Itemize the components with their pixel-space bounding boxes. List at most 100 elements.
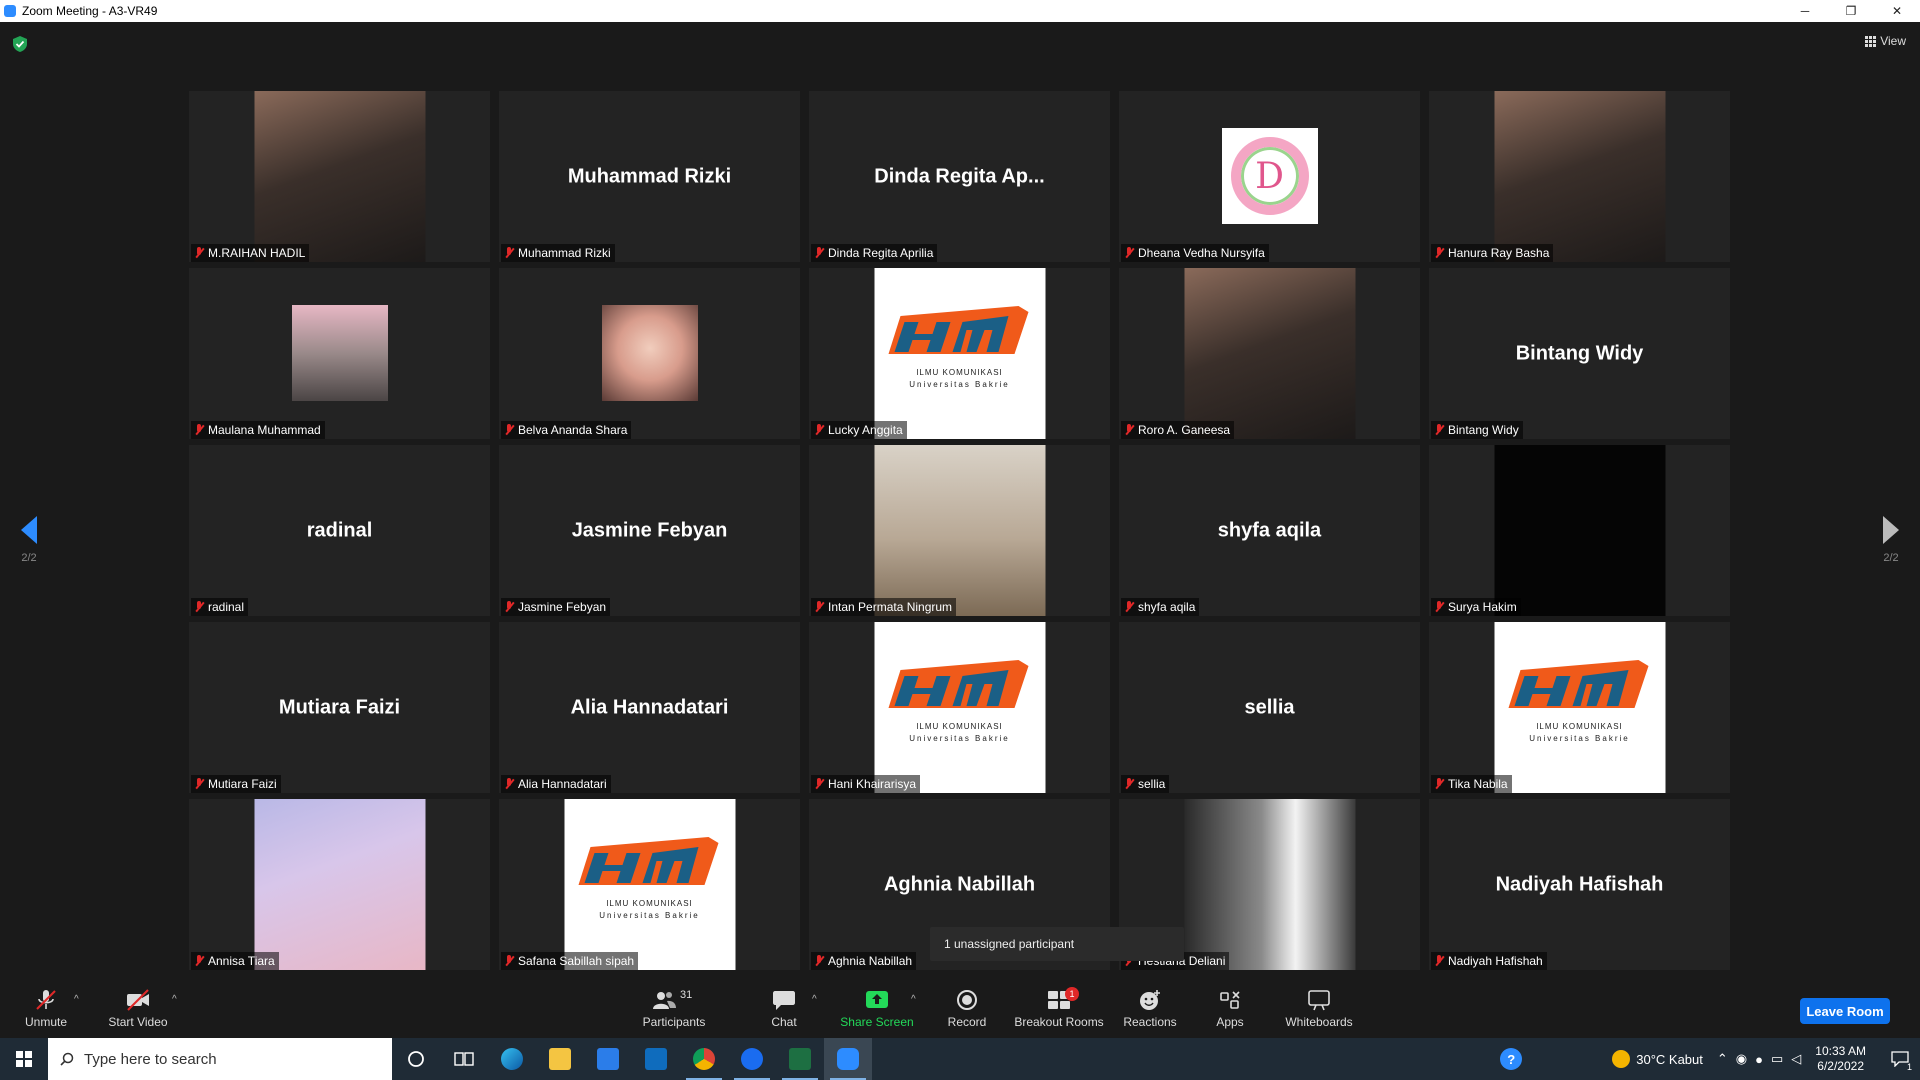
participant-avatar [254,91,425,262]
clock[interactable]: 10:33 AM 6/2/2022 [1815,1044,1866,1074]
participant-tile[interactable]: Annisa Tiara [189,799,490,970]
help-icon[interactable]: ? [1500,1048,1523,1070]
taskbar-mail[interactable] [632,1038,680,1080]
weather-text[interactable]: 30°C Kabut [1636,1052,1703,1067]
microphone-muted-icon [504,601,514,613]
participant-tile[interactable]: sellia sellia [1119,622,1420,793]
microphone-tray-icon[interactable]: ● [1755,1052,1763,1067]
previous-page-button[interactable]: 2/2 [9,516,49,564]
chat-options-caret-icon[interactable]: ^ [812,994,817,1005]
participant-tile[interactable]: ILMU KOMUNIKASI Universitas Bakrie Tika Na… [1429,622,1730,793]
chrome-icon [693,1048,715,1070]
start-video-button[interactable]: Start Video [105,980,171,1038]
participant-name: Muhammad Rizki [518,246,611,260]
audio-options-caret-icon[interactable]: ^ [74,994,79,1005]
participant-tile[interactable]: M.RAIHAN HADIL [189,91,490,262]
view-label: View [1880,34,1906,48]
participant-avatar [601,305,698,401]
participant-name: Aghnia Nabillah [828,954,913,968]
encryption-shield-icon[interactable] [13,36,27,52]
leave-room-button[interactable]: Leave Room [1800,998,1890,1024]
participant-tile[interactable]: Dinda Regita Ap... Dinda Regita Aprilia [809,91,1110,262]
share-screen-button[interactable]: Share Screen [840,980,914,1038]
weather-icon[interactable] [1612,1050,1631,1068]
participant-avatar [291,305,388,401]
participant-tile[interactable]: Roro A. Ganeesa [1119,268,1420,439]
participant-tile[interactable]: Nadiyah Hafishah Nadiyah Hafishah [1429,799,1730,970]
taskbar-teamviewer[interactable] [728,1038,776,1080]
participant-tile[interactable]: Alia Hannadatari Alia Hannadatari [499,622,800,793]
participant-tile[interactable]: Mutiara Faizi Mutiara Faizi [189,622,490,793]
taskbar-edge[interactable] [488,1038,536,1080]
task-view-icon [454,1052,474,1066]
taskbar-excel[interactable] [776,1038,824,1080]
hm-logo-icon [578,837,718,885]
record-button[interactable]: Record [943,980,991,1038]
video-options-caret-icon[interactable]: ^ [172,994,177,1005]
participants-icon [653,992,676,1009]
chat-button[interactable]: Chat [764,980,804,1038]
participant-tile[interactable]: Hanura Ray Basha [1429,91,1730,262]
start-button[interactable] [0,1038,48,1080]
view-button[interactable]: View [1865,34,1906,48]
cortana-button[interactable] [392,1038,440,1080]
participant-tile[interactable]: Surya Hakim [1429,445,1730,616]
network-icon[interactable]: ▭ [1771,1051,1783,1067]
zoom-logo-icon [4,5,16,17]
task-view-button[interactable] [440,1038,488,1080]
taskbar-chrome[interactable] [680,1038,728,1080]
microphone-muted-icon [1434,601,1444,613]
taskbar-file-explorer[interactable] [536,1038,584,1080]
participant-tile[interactable]: ILMU KOMUNIKASI Universitas Bakrie Safana … [499,799,800,970]
participant-tile[interactable]: Intan Permata Ningrum [809,445,1110,616]
whiteboard-icon [1308,990,1330,1011]
share-options-caret-icon[interactable]: ^ [911,994,916,1005]
taskbar-search-box[interactable]: Type here to search [48,1038,392,1080]
participant-name-label: Intan Permata Ningrum [811,598,957,616]
apps-button[interactable]: Apps [1212,980,1248,1038]
location-icon[interactable]: ◉ [1736,1051,1747,1067]
notification-center-button[interactable]: 1 [1880,1038,1920,1080]
participant-avatar [874,445,1045,616]
grid-view-icon [1865,35,1877,47]
participant-name-label: Dheana Vedha Nursyifa [1121,244,1269,262]
share-screen-label: Share Screen [840,1015,914,1029]
close-button[interactable]: ✕ [1874,0,1920,22]
taskbar-store[interactable] [584,1038,632,1080]
hm-logo-icon [888,660,1028,708]
participant-name-label: Nadiyah Hafishah [1431,952,1547,970]
microphone-muted-icon [814,424,824,436]
window-controls: ─ ❐ ✕ [1782,0,1920,22]
unmute-button[interactable]: Unmute [20,980,72,1038]
participant-tile[interactable]: Bintang Widy Bintang Widy [1429,268,1730,439]
next-page-button[interactable]: 2/2 [1871,516,1911,564]
tray-expand-icon[interactable]: ⌃ [1717,1051,1728,1067]
microphone-muted-icon [1434,778,1444,790]
record-icon [957,990,977,1010]
participant-tile[interactable]: Belva Ananda Shara [499,268,800,439]
taskbar-zoom[interactable] [824,1038,872,1080]
participant-tile[interactable]: D Dheana Vedha Nursyifa [1119,91,1420,262]
minimize-button[interactable]: ─ [1782,0,1828,22]
participant-tile[interactable]: Muhammad Rizki Muhammad Rizki [499,91,800,262]
breakout-rooms-button[interactable]: 1 Breakout Rooms [1014,980,1104,1038]
participant-name-label: Hanura Ray Basha [1431,244,1554,262]
participant-tile[interactable]: radinal radinal [189,445,490,616]
participants-button[interactable]: 31 Participants [638,980,710,1038]
whiteboards-button[interactable]: Whiteboards [1284,980,1354,1038]
participant-tile[interactable]: shyfa aqila shyfa aqila [1119,445,1420,616]
folder-icon [549,1048,571,1070]
participant-name-label: Lucky Anggita [811,421,907,439]
participants-count: 31 [680,989,693,1001]
participant-name: Hanura Ray Basha [1448,246,1550,260]
unassigned-participant-toast[interactable]: 1 unassigned participant [930,927,1184,961]
restore-button[interactable]: ❐ [1828,0,1874,22]
unmute-label: Unmute [24,1015,68,1029]
participant-tile[interactable]: Jasmine Febyan Jasmine Febyan [499,445,800,616]
volume-icon[interactable]: ◁ [1791,1051,1801,1067]
participant-tile[interactable]: ILMU KOMUNIKASI Universitas Bakrie Lucky A… [809,268,1110,439]
participant-tile[interactable]: Maulana Muhammad [189,268,490,439]
participant-tile[interactable]: ILMU KOMUNIKASI Universitas Bakrie Hani Kh… [809,622,1110,793]
reactions-button[interactable]: Reactions [1120,980,1180,1038]
participant-name-label: M.RAIHAN HADIL [191,244,310,262]
